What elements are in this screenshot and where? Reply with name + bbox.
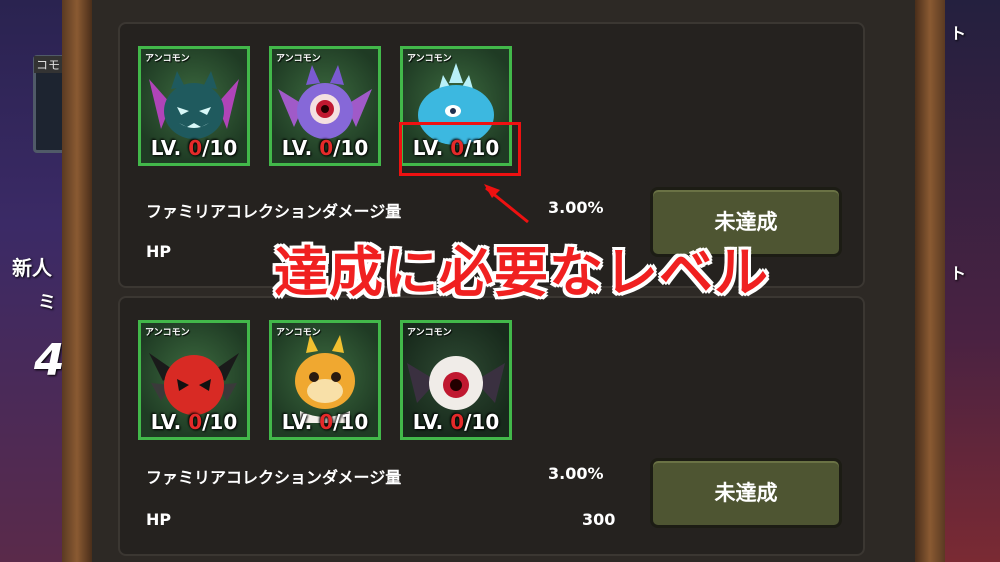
side-icon-tag: コモ: [34, 56, 63, 73]
monster-slot[interactable]: アンコモン LV. 0/10: [269, 320, 381, 440]
wood-frame-left: [62, 0, 92, 562]
level-label: LV. 0/10: [150, 410, 238, 434]
achievement-button[interactable]: 未達成: [650, 458, 842, 528]
stat-damage-label: ファミリアコレクションダメージ量: [146, 202, 402, 221]
side-big-number: 4: [34, 335, 65, 386]
monster-slot[interactable]: アンコモン LV. 0/10: [400, 320, 512, 440]
level-label: LV. 0/10: [150, 136, 238, 160]
side-right-label-mid: ト: [950, 264, 967, 283]
annotation-text: 達成に必要なレベル: [274, 241, 769, 304]
annotation-highlight-box: [399, 122, 521, 176]
side-right-label-top: ト: [950, 24, 967, 43]
stat-hp-value: 300: [582, 510, 616, 529]
level-label: LV. 0/10: [281, 410, 369, 434]
side-label-new: 新人: [12, 256, 52, 280]
monster-slot[interactable]: アンコモン LV. 0/10: [138, 320, 250, 440]
stat-damage-value: 3.00%: [548, 198, 604, 217]
stat-hp-label: HP: [146, 242, 172, 261]
level-label: LV. 0/10: [412, 410, 500, 434]
stat-damage-label: ファミリアコレクションダメージ量: [146, 468, 402, 487]
collection-card-2: アンコモン LV. 0/10 アンコモン LV. 0/10 アンコモン LV. …: [118, 296, 865, 556]
wood-frame-right: [915, 0, 945, 562]
level-label: LV. 0/10: [281, 136, 369, 160]
monster-slot[interactable]: アンコモン LV. 0/10: [269, 46, 381, 166]
stat-damage-value: 3.00%: [548, 464, 604, 483]
side-label-mi: ミ: [38, 292, 56, 313]
monster-slot[interactable]: アンコモン LV. 0/10: [138, 46, 250, 166]
stat-hp-label: HP: [146, 510, 172, 529]
